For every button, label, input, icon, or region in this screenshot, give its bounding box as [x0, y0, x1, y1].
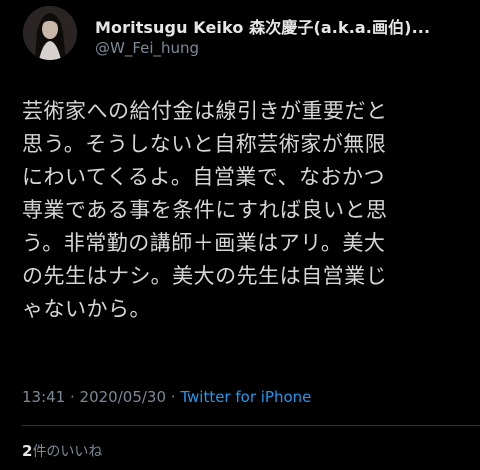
likes-summary[interactable]: 2件のいいね: [22, 441, 102, 461]
tweet-line: にわいてくるよ。自営業で、なおかつ: [22, 165, 385, 189]
like-label: 件のいいね: [32, 444, 103, 460]
like-count: 2: [22, 442, 33, 460]
tweet-source-link[interactable]: Twitter for iPhone: [180, 388, 311, 406]
tweet-line: 専業である事を条件にすれば良いと思: [22, 198, 388, 222]
tweet-meta: 13:41 · 2020/05/30 · Twitter for iPhone: [22, 388, 311, 406]
tweet-line: の先生はナシ。美大の先生は自営業じ: [22, 264, 388, 288]
author-handle[interactable]: @W_Fei_hung: [95, 39, 199, 57]
avatar[interactable]: [23, 6, 77, 60]
avatar-image: [23, 6, 77, 60]
tweet-date[interactable]: 2020/05/30: [80, 388, 166, 406]
tweet-line: 芸術家への給付金は線引きが重要だと: [22, 99, 388, 123]
meta-separator: ·: [65, 388, 80, 406]
tweet-text: 芸術家への給付金は線引きが重要だと 思う。そうしないと自称芸術家が無限 にわいて…: [22, 95, 462, 326]
tweet-time[interactable]: 13:41: [22, 388, 65, 406]
tweet-line: 思う。そうしないと自称芸術家が無限: [22, 132, 387, 156]
author-display-name[interactable]: Moritsugu Keiko 森次慶子(a.k.a.画伯)...: [95, 14, 430, 38]
meta-separator: ·: [166, 388, 181, 406]
tweet-line: う。非常勤の講師＋画業はアリ。美大: [22, 231, 386, 255]
divider: [22, 425, 480, 426]
tweet-line: ゃないから。: [22, 297, 151, 321]
